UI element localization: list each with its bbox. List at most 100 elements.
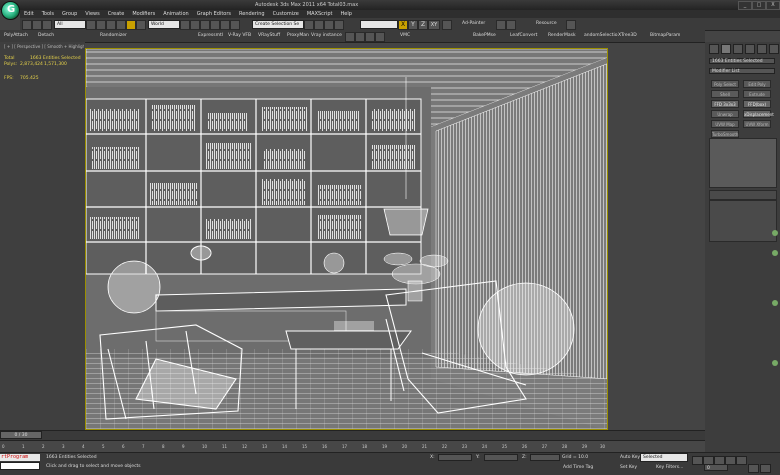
poly-select-button[interactable]: Poly Select xyxy=(711,80,739,88)
current-frame-field[interactable]: 0 xyxy=(704,464,728,471)
material-editor-icon[interactable] xyxy=(496,20,506,30)
tool-icon-2[interactable] xyxy=(355,32,365,42)
tool-leafconvert[interactable]: LeafConvert xyxy=(510,33,537,38)
tool-polyattach[interactable]: PolyAttach xyxy=(4,33,28,38)
z-coord-field[interactable] xyxy=(530,454,560,461)
axis-xy-button[interactable]: XY xyxy=(428,20,440,30)
edit-poly-button[interactable]: Edit Poly xyxy=(743,80,771,88)
auto-key-button[interactable]: Auto Key xyxy=(620,455,640,460)
app-menu-button[interactable]: G xyxy=(1,1,20,20)
time-slider[interactable]: 0 / 30 xyxy=(0,431,42,439)
nav-pan-icon[interactable] xyxy=(772,250,778,256)
curve-editor-icon[interactable] xyxy=(442,20,452,30)
pivot-icon[interactable] xyxy=(180,20,190,30)
select-move-icon[interactable] xyxy=(126,20,136,30)
ffd-box-button[interactable]: FFD(box) xyxy=(743,100,771,108)
modifier-list-dropdown[interactable]: Modifier List xyxy=(709,68,775,74)
menu-customize[interactable]: Customize xyxy=(269,10,303,17)
hierarchy-tab-icon[interactable] xyxy=(733,44,743,54)
tool-proxyman[interactable]: ProxyMan xyxy=(287,33,309,38)
display-tab-icon[interactable] xyxy=(757,44,767,54)
tool-expressmtl[interactable]: Expressmtl xyxy=(198,33,223,38)
mirror-icon[interactable] xyxy=(304,20,314,30)
tool-vray-instance[interactable]: Vray instance xyxy=(311,33,342,38)
resource-button[interactable]: Resource xyxy=(536,21,557,26)
goto-start-icon[interactable] xyxy=(692,456,703,465)
render-frame-icon[interactable] xyxy=(566,20,576,30)
select-by-name-icon[interactable] xyxy=(96,20,106,30)
modify-tab-icon[interactable] xyxy=(721,44,731,54)
orbit-icon[interactable] xyxy=(760,464,771,473)
menu-maxscript[interactable]: MAXScript xyxy=(303,10,337,17)
create-tab-icon[interactable] xyxy=(709,44,719,54)
snap-icon[interactable] xyxy=(190,20,200,30)
ffd-3x3x3-button[interactable]: FFD 3x3x3 xyxy=(711,100,739,108)
menu-modifiers[interactable]: Modifiers xyxy=(128,10,159,17)
graphite-icon[interactable] xyxy=(334,20,344,30)
named-selection-dropdown[interactable]: Create Selection Se xyxy=(252,20,304,29)
tool-icon-3[interactable] xyxy=(365,32,375,42)
tool-randomizer[interactable]: Randomizer xyxy=(100,33,127,38)
minimize-button[interactable]: _ xyxy=(738,1,752,10)
set-key-button[interactable]: Set Key xyxy=(620,465,637,470)
pin-stack-icon[interactable] xyxy=(709,190,777,200)
x-coord-field[interactable] xyxy=(438,454,472,461)
tool-bakepmse[interactable]: BakePMse xyxy=(473,33,496,38)
menu-tools[interactable]: Tools xyxy=(38,10,58,17)
menu-views[interactable]: Views xyxy=(81,10,103,17)
turbosmooth-button[interactable]: TurboSmooth xyxy=(711,130,739,138)
angle-snap-icon[interactable] xyxy=(200,20,210,30)
menu-edit[interactable]: Edit xyxy=(20,10,38,17)
maximize-button[interactable]: □ xyxy=(752,1,766,10)
axis-z-button[interactable]: Z xyxy=(418,20,428,30)
menu-create[interactable]: Create xyxy=(104,10,129,17)
menu-rendering[interactable]: Rendering xyxy=(235,10,269,17)
add-time-tag-button[interactable]: Add Time Tag xyxy=(563,465,593,470)
redo-icon[interactable] xyxy=(32,20,42,30)
ad-painter-button[interactable]: Ad-Painter xyxy=(462,21,485,26)
axis-y-button[interactable]: Y xyxy=(408,20,418,30)
shell-button[interactable]: Shell xyxy=(711,90,739,98)
maxscript-listener[interactable]: rtProgram xyxy=(0,454,40,461)
edit-named-sel-icon[interactable] xyxy=(230,20,240,30)
extrude-button[interactable]: Extrude xyxy=(743,90,771,98)
menu-group[interactable]: Group xyxy=(58,10,81,17)
select-rotate-icon[interactable] xyxy=(136,20,146,30)
undo-icon[interactable] xyxy=(22,20,32,30)
tool-icon-1[interactable] xyxy=(345,32,355,42)
axis-x-button[interactable]: X xyxy=(398,20,408,30)
window-crossing-icon[interactable] xyxy=(116,20,126,30)
tool-rendermask[interactable]: RenderMask xyxy=(548,33,576,38)
tool-randomselection[interactable]: andomSelectio xyxy=(584,33,618,38)
zoom-extents-icon[interactable] xyxy=(748,464,759,473)
menu-help[interactable]: Help xyxy=(337,10,356,17)
tool-xtree3d[interactable]: XTree3D xyxy=(618,33,637,38)
perspective-viewport[interactable] xyxy=(85,48,608,430)
menu-graph-editors[interactable]: Graph Editors xyxy=(193,10,235,17)
nav-maximize-icon[interactable] xyxy=(772,360,778,366)
selection-filter-dropdown[interactable]: All xyxy=(54,20,86,29)
nav-zoom-icon[interactable] xyxy=(772,230,778,236)
uvw-xform-button[interactable]: UVW Xform xyxy=(743,120,771,128)
modifier-stack[interactable] xyxy=(709,138,777,188)
tool-vmc[interactable]: VMC xyxy=(400,33,410,38)
viewport-label[interactable]: [ + ] [ Perspective ] [ Smooth + Highlig… xyxy=(4,44,84,49)
motion-tab-icon[interactable] xyxy=(745,44,755,54)
tool-vray-vfb[interactable]: V-Ray VFB xyxy=(228,33,251,38)
key-filters-button[interactable]: Key Filters... xyxy=(656,465,683,470)
uvw-map-button[interactable]: UVW Map xyxy=(711,120,739,128)
maxscript-output[interactable] xyxy=(0,462,40,470)
goto-end-icon[interactable] xyxy=(736,456,747,465)
reference-coord-dropdown[interactable]: World xyxy=(148,20,180,29)
tool-detach[interactable]: Detach xyxy=(38,33,54,38)
tool-bitmapparam[interactable]: BitmapParam xyxy=(650,33,680,38)
nav-orbit-icon[interactable] xyxy=(772,300,778,306)
link-icon[interactable] xyxy=(42,20,52,30)
tool-icon-4[interactable] xyxy=(375,32,385,42)
xdisplacement-button[interactable]: xDisplacement xyxy=(743,110,774,118)
unwrap-uvw-button[interactable]: Unwrap UVW xyxy=(711,110,739,125)
spinner-snap-icon[interactable] xyxy=(220,20,230,30)
percent-snap-icon[interactable] xyxy=(210,20,220,30)
key-mode-dropdown[interactable]: Selected xyxy=(640,453,688,462)
object-name-field[interactable]: 1663 Entities Selected xyxy=(709,58,775,64)
